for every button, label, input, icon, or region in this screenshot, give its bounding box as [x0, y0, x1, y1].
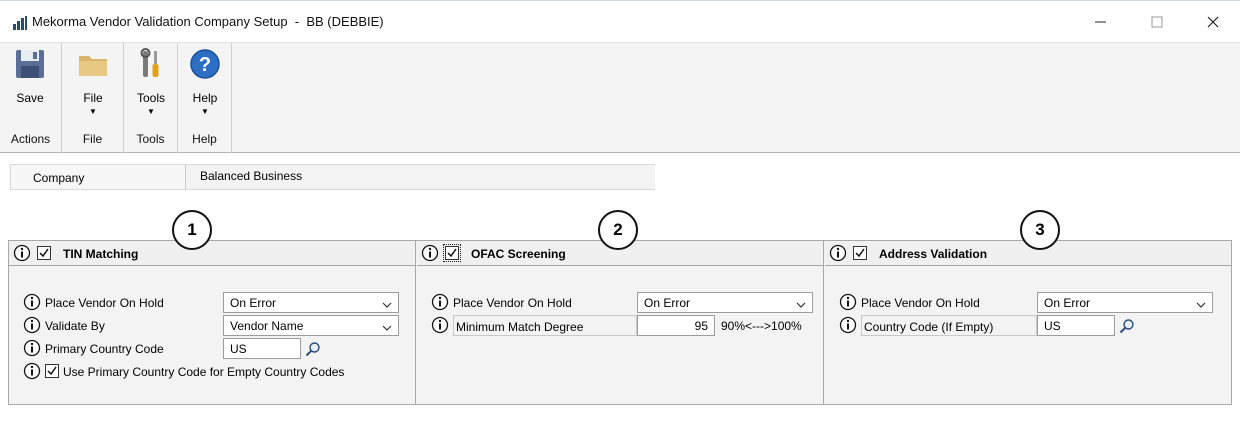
chevron-down-icon: [382, 298, 392, 312]
address-validation-section: Address Validation Place Vendor On Hold …: [825, 241, 1231, 404]
address-place-on-hold-label: Place Vendor On Hold: [861, 296, 980, 310]
content-area: Company Balanced Business TIN Matching P…: [0, 154, 1240, 436]
tin-validate-by-select[interactable]: Vendor Name: [223, 315, 399, 336]
chevron-down-icon: ▼: [201, 107, 209, 116]
address-country-code-label: Country Code (If Empty): [861, 315, 1037, 336]
file-menu-button[interactable]: File ▼: [70, 47, 116, 117]
ofac-place-on-hold-select[interactable]: On Error: [637, 292, 813, 313]
tin-place-on-hold-label: Place Vendor On Hold: [45, 296, 164, 310]
ribbon-group-actions: Save Actions: [0, 43, 62, 153]
validation-settings-panel: TIN Matching Place Vendor On Hold On Err…: [8, 240, 1232, 405]
info-icon[interactable]: [431, 316, 449, 337]
ofac-place-on-hold-label: Place Vendor On Hold: [453, 296, 572, 310]
ribbon-group-label-tools: Tools: [136, 132, 165, 146]
chevron-down-icon: [796, 298, 806, 312]
tin-matching-title: TIN Matching: [63, 247, 139, 261]
tools-menu-button[interactable]: Tools ▼: [128, 47, 174, 117]
callout-number-1: 1: [172, 210, 212, 250]
tin-validate-by-label: Validate By: [45, 319, 105, 333]
ribbon-group-label-file: File: [82, 132, 103, 146]
info-icon[interactable]: [829, 244, 847, 265]
help-menu-button[interactable]: ? Help ▼: [182, 47, 228, 117]
address-country-code-row: Country Code (If Empty) US: [839, 315, 1224, 336]
ofac-min-match-input[interactable]: 95: [637, 315, 715, 336]
window-title: Mekorma Vendor Validation Company Setup …: [32, 14, 384, 29]
ribbon-group-tools: Tools ▼ Tools: [124, 43, 178, 153]
info-icon[interactable]: [839, 293, 857, 314]
lookup-magnifier-icon[interactable]: [302, 338, 324, 359]
chevron-down-icon: ▼: [89, 107, 97, 116]
info-icon[interactable]: [13, 244, 31, 265]
ribbon-group-help: ? Help ▼ Help: [178, 43, 232, 153]
ofac-screening-title: OFAC Screening: [471, 247, 566, 261]
address-validation-title: Address Validation: [879, 247, 988, 261]
info-icon[interactable]: [421, 244, 439, 265]
ofac-place-on-hold-value: On Error: [644, 296, 691, 310]
chevron-down-icon: [1196, 298, 1206, 312]
tin-matching-header: TIN Matching: [9, 241, 415, 266]
file-label: File: [83, 91, 103, 105]
tin-matching-checkbox[interactable]: [37, 246, 51, 260]
ofac-place-on-hold-row: Place Vendor On Hold On Error: [431, 292, 816, 313]
company-label: Company: [33, 171, 85, 185]
callout-number-3: 3: [1020, 210, 1060, 250]
callout-number-2: 2: [598, 210, 638, 250]
tin-place-on-hold-select[interactable]: On Error: [223, 292, 399, 313]
tools-label: Tools: [136, 91, 165, 105]
use-primary-country-label: Use Primary Country Code for Empty Count…: [63, 365, 345, 379]
ofac-min-match-range: 90%<--->100%: [721, 319, 802, 333]
address-place-on-hold-row: Place Vendor On Hold On Error: [839, 292, 1224, 313]
save-icon: [13, 47, 47, 81]
info-icon[interactable]: [23, 293, 41, 314]
address-place-on-hold-value: On Error: [1044, 296, 1091, 310]
chevron-down-icon: ▼: [147, 107, 155, 116]
chevron-down-icon: [382, 321, 392, 335]
tin-primary-country-input[interactable]: US: [223, 338, 301, 359]
ribbon-group-label-help: Help: [192, 132, 217, 146]
tools-icon: [134, 47, 168, 81]
folder-icon: [76, 47, 110, 81]
ofac-min-match-row: Minimum Match Degree 95 90%<--->100%: [431, 315, 816, 336]
tin-matching-section: TIN Matching Place Vendor On Hold On Err…: [9, 241, 416, 404]
tin-validate-by-row: Validate By Vendor Name: [23, 315, 403, 336]
maximize-button[interactable]: [1134, 7, 1180, 37]
tin-place-on-hold-value: On Error: [230, 296, 277, 310]
company-field[interactable]: Balanced Business: [185, 165, 655, 189]
tin-primary-country-row: Primary Country Code US: [23, 338, 403, 359]
company-row: Company Balanced Business: [10, 164, 655, 190]
info-icon[interactable]: [839, 316, 857, 337]
ofac-min-match-label: Minimum Match Degree: [453, 315, 637, 336]
info-icon[interactable]: [23, 316, 41, 337]
close-button[interactable]: [1190, 7, 1236, 37]
ribbon-toolbar: Save Actions File ▼ File Tools ▼ Tools ?…: [0, 42, 1240, 153]
use-primary-country-checkbox[interactable]: [45, 364, 59, 378]
app-logo-icon: [12, 15, 28, 31]
save-label: Save: [16, 91, 44, 105]
ofac-screening-section: OFAC Screening Place Vendor On Hold On E…: [417, 241, 824, 404]
address-validation-checkbox[interactable]: [853, 246, 867, 260]
ribbon-group-label-actions: Actions: [10, 132, 51, 146]
help-label: Help: [192, 91, 218, 105]
tin-use-primary-row: Use Primary Country Code for Empty Count…: [23, 361, 403, 382]
lookup-magnifier-icon[interactable]: [1116, 315, 1138, 336]
save-button[interactable]: Save: [7, 47, 53, 105]
info-icon[interactable]: [23, 339, 41, 360]
help-icon: ?: [188, 47, 222, 81]
tin-place-on-hold-row: Place Vendor On Hold On Error: [23, 292, 403, 313]
info-icon[interactable]: [23, 362, 41, 383]
tin-validate-by-value: Vendor Name: [230, 319, 304, 333]
ofac-screening-checkbox[interactable]: [443, 244, 461, 262]
title-bar: Mekorma Vendor Validation Company Setup …: [0, 0, 1240, 42]
address-country-code-input[interactable]: US: [1037, 315, 1115, 336]
tin-primary-country-label: Primary Country Code: [45, 342, 164, 356]
minimize-button[interactable]: [1078, 7, 1124, 37]
info-icon[interactable]: [431, 293, 449, 314]
address-place-on-hold-select[interactable]: On Error: [1037, 292, 1213, 313]
ribbon-group-file: File ▼ File: [62, 43, 124, 153]
svg-text:?: ?: [199, 54, 211, 76]
